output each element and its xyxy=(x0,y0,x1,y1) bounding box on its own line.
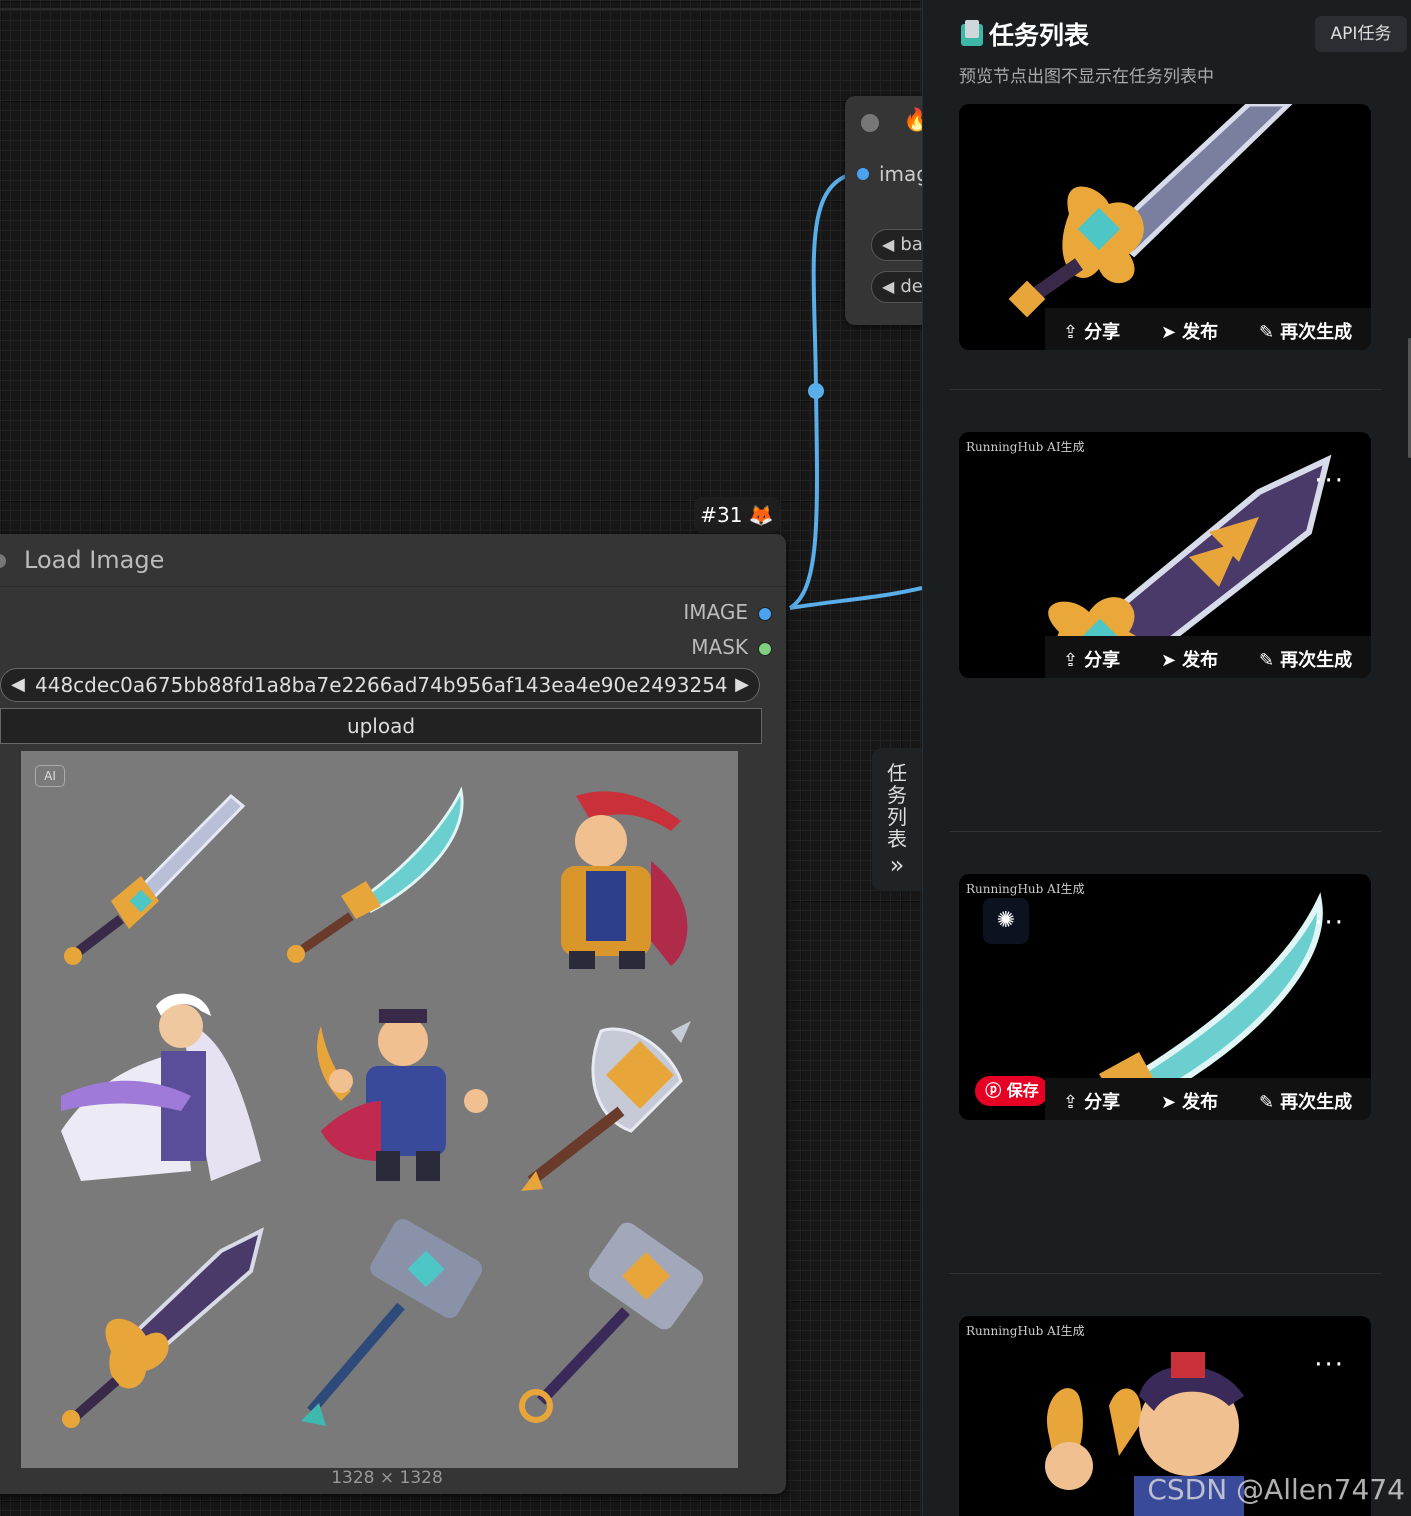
watermark: CSDN @Allen7474 xyxy=(1147,1473,1405,1506)
card-actions: ⇪ 分享 ➤ 发布 ✎ 再次生成 xyxy=(1045,636,1371,678)
task-card-3[interactable]: RunningHub AI生成 ✺ ··· ⓟ 保存 ⇪ 分享 ➤ 发布 ✎ 再次生成 xyxy=(959,874,1371,1120)
node-canvas[interactable]: 🔥 imag ◀ ba ◀ de #31 🦊 Load Image IMAGE MA… xyxy=(0,0,922,1516)
sprite-sheet xyxy=(61,786,704,1428)
more-options-button[interactable]: ··· xyxy=(1314,910,1345,936)
left-arrow-icon[interactable]: ◀ xyxy=(882,277,894,296)
more-options-button[interactable]: ··· xyxy=(1314,468,1345,494)
side-tab-char: 任 xyxy=(887,761,907,785)
widget-pill-1-label: ba xyxy=(900,234,922,255)
share-icon: ⇪ xyxy=(1063,1092,1079,1113)
panel-subtitle: 预览节点出图不显示在任务列表中 xyxy=(959,67,1214,87)
publish-button[interactable]: ➤ 发布 xyxy=(1161,318,1218,344)
node-id-badge: #31 🦊 xyxy=(694,497,780,533)
task-list-icon xyxy=(961,20,983,46)
regenerate-button[interactable]: ✎ 再次生成 xyxy=(1259,1088,1352,1114)
image-dimensions: 1328 × 1328 xyxy=(331,1468,443,1488)
wire-reroute-dot xyxy=(808,383,824,399)
widget-pill-2[interactable]: ◀ de xyxy=(871,271,922,303)
share-button[interactable]: ⇪ 分享 xyxy=(1063,646,1120,672)
output-slot-dot[interactable] xyxy=(758,641,772,656)
upload-button[interactable]: upload xyxy=(0,708,762,744)
sword-sprite-2 xyxy=(287,786,464,963)
share-button[interactable]: ⇪ 分享 xyxy=(1063,318,1120,344)
chevron-right-icon: » xyxy=(889,851,905,879)
task-list-toggle[interactable]: 任 务 列 表 » xyxy=(872,748,922,891)
output-slot-dot[interactable] xyxy=(758,606,772,621)
output-label: MASK xyxy=(691,635,748,659)
warrior-sprite-2 xyxy=(317,1009,488,1181)
task-card-2[interactable]: RunningHub AI生成 ··· ⇪ 分享 ➤ 发布 ✎ 再次生成 xyxy=(959,432,1371,678)
hammer-sprite-1 xyxy=(301,1219,483,1426)
widget-pill-1[interactable]: ◀ ba xyxy=(871,229,922,261)
load-image-node[interactable]: Load Image IMAGE MASK ◀ 448cdec0a675bb88… xyxy=(0,534,786,1494)
node-title: Load Image xyxy=(24,546,165,574)
share-icon: ⇪ xyxy=(1063,650,1079,671)
panel-title-text: 任务列表 xyxy=(989,21,1090,50)
card-actions: ⇪ 分享 ➤ 发布 ✎ 再次生成 xyxy=(1045,308,1371,350)
node-collapse-dot[interactable] xyxy=(861,114,879,132)
pinterest-icon: ⓟ xyxy=(985,1081,1007,1100)
regenerate-button[interactable]: ✎ 再次生成 xyxy=(1259,318,1352,344)
widget-pill-2-label: de xyxy=(900,276,922,297)
sword-sprite-1 xyxy=(64,793,246,965)
mage-sprite xyxy=(61,993,261,1181)
fire-icon: 🔥 xyxy=(903,108,922,133)
task-card-1[interactable]: ⇪ 分享 ➤ 发布 ✎ 再次生成 xyxy=(959,104,1371,350)
task-list-panel: 任务列表 API任务 预览节点出图不显示在任务列表中 ⇪ 分享 ➤ 发布 ✎ 再次生成… xyxy=(922,0,1411,1516)
pinterest-save-button[interactable]: ⓟ 保存 xyxy=(975,1076,1049,1106)
warrior-sprite-1 xyxy=(561,791,688,969)
ai-badge: AI xyxy=(35,765,65,787)
card-divider xyxy=(949,831,1381,832)
node-collapse-dot[interactable] xyxy=(0,554,6,568)
edit-icon: ✎ xyxy=(1259,322,1275,343)
sword-sprite-3 xyxy=(62,1227,264,1428)
output-label: IMAGE xyxy=(683,600,748,624)
input-slot-dot[interactable] xyxy=(857,168,869,180)
output-slot-mask[interactable]: MASK xyxy=(691,635,772,659)
more-options-button[interactable]: ··· xyxy=(1314,1352,1345,1378)
edit-icon: ✎ xyxy=(1259,1092,1275,1113)
edit-icon: ✎ xyxy=(1259,650,1275,671)
card-divider xyxy=(949,1273,1381,1274)
api-task-button[interactable]: API任务 xyxy=(1315,16,1407,52)
combo-right-arrow-icon[interactable]: ▶ xyxy=(735,669,749,701)
share-button[interactable]: ⇪ 分享 xyxy=(1063,1088,1120,1114)
side-tab-char: 表 xyxy=(887,827,907,851)
wire-image-link-out xyxy=(789,586,922,610)
output-slot-image[interactable]: IMAGE xyxy=(683,600,772,624)
share-icon: ⇪ xyxy=(1063,322,1079,343)
card-actions: ⇪ 分享 ➤ 发布 ✎ 再次生成 xyxy=(1045,1078,1371,1120)
side-tab-char: 列 xyxy=(887,805,907,829)
combo-value: 448cdec0a675bb88fd1a8ba7e2266ad74b956af1… xyxy=(35,673,735,697)
input-slot-label: imag xyxy=(879,162,922,186)
card-divider xyxy=(949,389,1381,390)
send-icon: ➤ xyxy=(1161,650,1177,671)
publish-button[interactable]: ➤ 发布 xyxy=(1161,646,1218,672)
image-preview: AI xyxy=(21,751,738,1468)
panel-title: 任务列表 xyxy=(961,16,1089,52)
send-icon: ➤ xyxy=(1161,322,1177,343)
axe-sprite xyxy=(521,1021,691,1191)
hammer-sprite-2 xyxy=(519,1222,704,1423)
left-arrow-icon[interactable]: ◀ xyxy=(882,235,894,254)
side-tab-char: 务 xyxy=(887,783,907,807)
regenerate-button[interactable]: ✎ 再次生成 xyxy=(1259,646,1352,672)
combo-left-arrow-icon[interactable]: ◀ xyxy=(11,669,25,701)
send-icon: ➤ xyxy=(1161,1092,1177,1113)
image-file-combo[interactable]: ◀ 448cdec0a675bb88fd1a8ba7e2266ad74b956a… xyxy=(0,668,760,702)
partial-node[interactable]: 🔥 imag ◀ ba ◀ de xyxy=(845,96,922,325)
publish-button[interactable]: ➤ 发布 xyxy=(1161,1088,1218,1114)
node-header[interactable]: Load Image xyxy=(0,534,786,587)
